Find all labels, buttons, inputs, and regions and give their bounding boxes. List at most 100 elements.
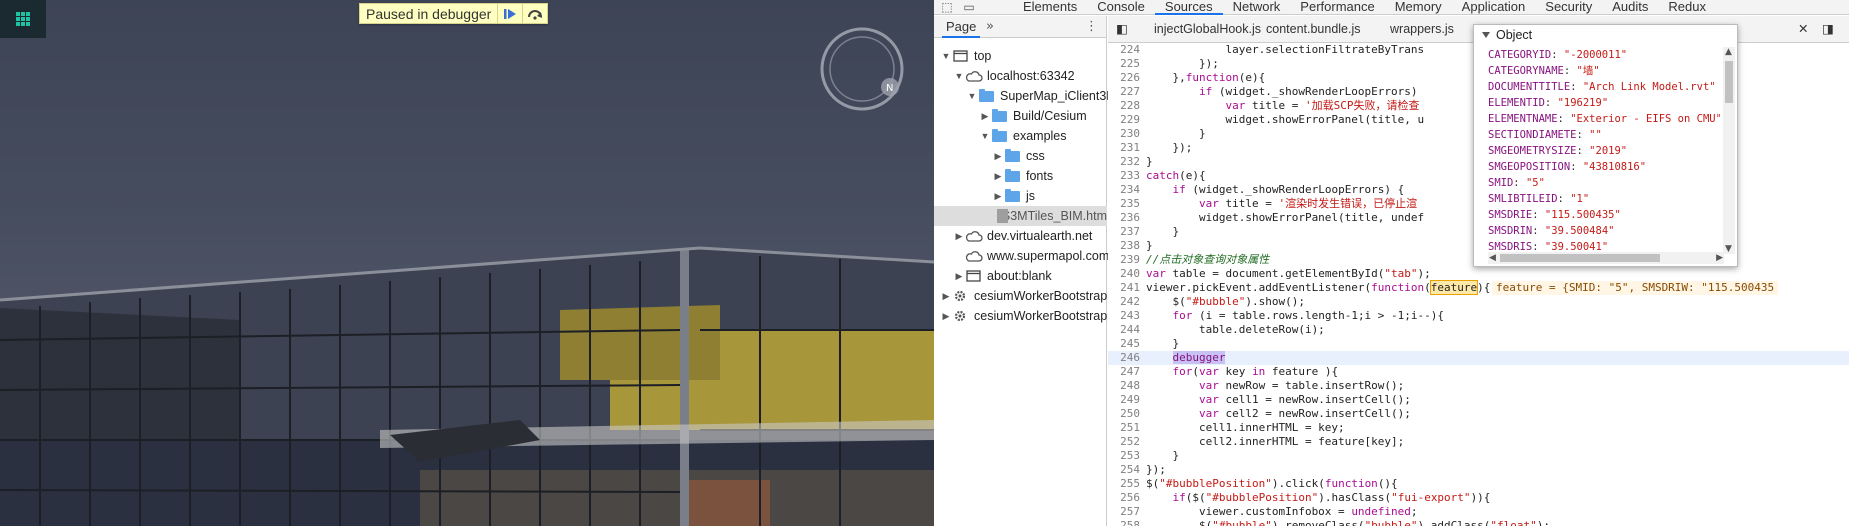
expanded-triangle-icon[interactable]: ▼ (953, 71, 965, 81)
code-line[interactable]: 247 for(var key in feature ){ (1108, 365, 1849, 379)
object-property[interactable]: CATEGORYID: "-2000011" (1488, 47, 1720, 63)
code-line[interactable]: 254}); (1108, 463, 1849, 477)
compass-icon[interactable]: N (818, 25, 906, 113)
line-number[interactable]: 227 (1108, 85, 1140, 99)
code-line[interactable]: 255 $("#bubblePosition").click(function()… (1108, 477, 1849, 491)
code-line[interactable]: 248 var newRow = table.insertRow(); (1108, 379, 1849, 393)
line-number[interactable]: 231 (1108, 141, 1140, 155)
code-line[interactable]: 241 viewer.pickEvent.addEventListener(fun… (1108, 280, 1849, 295)
line-number[interactable]: 236 (1108, 211, 1140, 225)
line-number[interactable]: 241 (1108, 281, 1140, 295)
line-number[interactable]: 225 (1108, 57, 1140, 71)
file-tab[interactable]: content.bundle.js (1258, 16, 1369, 42)
tab-page[interactable]: Page (942, 16, 981, 38)
tab-application[interactable]: Application (1452, 0, 1536, 15)
menu-button[interactable] (0, 0, 46, 38)
line-number[interactable]: 224 (1108, 43, 1140, 57)
expand-triangle-icon[interactable] (1482, 32, 1490, 38)
line-number[interactable]: 251 (1108, 421, 1140, 435)
horizontal-scrollbar[interactable]: ◀ ▶ (1488, 252, 1724, 264)
line-number[interactable]: 257 (1108, 505, 1140, 519)
object-property[interactable]: DOCUMENTTITLE: "Arch Link Model.rvt" (1488, 79, 1720, 95)
object-property[interactable]: SMLIBTILEID: "1" (1488, 191, 1720, 207)
collapsed-triangle-icon[interactable]: ▶ (992, 191, 1004, 202)
scroll-left-icon[interactable]: ◀ (1489, 253, 1496, 263)
collapsed-triangle-icon[interactable]: ▶ (979, 111, 991, 122)
tree-item[interactable]: ▶ Build/Cesium (934, 106, 1087, 126)
tab-console[interactable]: Console (1087, 0, 1155, 15)
line-number[interactable]: 237 (1108, 225, 1140, 239)
device-toolbar-icon[interactable]: ▭ (960, 0, 978, 14)
object-property[interactable]: ELEMENTID: "196219" (1488, 95, 1720, 111)
tree-item[interactable]: ▶ about:blank (934, 266, 1052, 286)
collapsed-triangle-icon[interactable]: ▶ (940, 291, 952, 302)
code-line[interactable]: 249 var cell1 = newRow.insertCell(); (1108, 393, 1849, 407)
tab-security[interactable]: Security (1535, 0, 1602, 15)
more-options-icon[interactable]: ⋮ (1085, 19, 1098, 34)
collapsed-triangle-icon[interactable]: ▶ (953, 231, 965, 242)
line-number[interactable]: 255 (1108, 477, 1140, 491)
line-number[interactable]: 235 (1108, 197, 1140, 211)
toggle-debugger-sidebar-icon[interactable]: ◨ (1814, 16, 1842, 42)
code-line[interactable]: 253 } (1108, 449, 1849, 463)
object-property[interactable]: SMID: "5" (1488, 175, 1720, 191)
code-line[interactable]: 243 for (i = table.rows.length-1;i > -1;… (1108, 309, 1849, 323)
tree-item[interactable]: ▶ css (934, 146, 1045, 166)
code-line[interactable]: 256 if($("#bubblePosition").hasClass("fu… (1108, 491, 1849, 505)
scroll-right-icon[interactable]: ▶ (1716, 253, 1723, 263)
line-number[interactable]: 246 (1108, 351, 1140, 365)
line-number[interactable]: 250 (1108, 407, 1140, 421)
code-line[interactable]: 257 viewer.customInfobox = undefined; (1108, 505, 1849, 519)
collapsed-triangle-icon[interactable]: ▶ (953, 271, 965, 282)
expanded-triangle-icon[interactable]: ▼ (940, 51, 952, 61)
object-property[interactable]: SMSDRIN: "39.500484" (1488, 223, 1720, 239)
line-number[interactable]: 238 (1108, 239, 1140, 253)
current-execution-line[interactable]: 246 debugger (1108, 351, 1849, 365)
line-number[interactable]: 232 (1108, 155, 1140, 169)
code-line[interactable]: 240 var table = document.getElementById("… (1108, 267, 1849, 281)
step-over-button[interactable] (522, 4, 547, 23)
tree-item[interactable]: www.supermapol.com (934, 246, 1109, 266)
file-tab[interactable]: injectGlobalHook.js (1146, 16, 1269, 42)
collapsed-triangle-icon[interactable]: ▶ (940, 311, 952, 322)
tab-performance[interactable]: Performance (1290, 0, 1384, 15)
tree-item[interactable]: ▶ cesiumWorkerBootstrappe (934, 306, 1122, 326)
tree-item[interactable]: ▼ localhost:63342 (934, 66, 1075, 86)
line-number[interactable]: 242 (1108, 295, 1140, 309)
inspect-element-icon[interactable]: ⬚ (938, 0, 956, 14)
resume-button[interactable] (497, 4, 522, 23)
tree-item[interactable]: ▶ dev.virtualearth.net (934, 226, 1093, 246)
tree-item[interactable]: ▶ cesiumWorkerBootstrappe (934, 286, 1122, 306)
line-number[interactable]: 248 (1108, 379, 1140, 393)
vertical-scrollbar[interactable]: ▲ ▼ (1723, 47, 1735, 254)
line-number[interactable]: 258 (1108, 519, 1140, 526)
line-number[interactable]: 228 (1108, 99, 1140, 113)
expanded-triangle-icon[interactable]: ▼ (979, 131, 991, 141)
code-line[interactable]: 250 var cell2 = newRow.insertCell(); (1108, 407, 1849, 421)
tree-item[interactable]: ▶ fonts (934, 166, 1053, 186)
object-property[interactable]: CATEGORYNAME: "墙" (1488, 63, 1720, 79)
tree-item[interactable]: ▼ top (934, 46, 992, 66)
line-number[interactable]: 245 (1108, 337, 1140, 351)
object-property[interactable]: SMSDRIE: "115.500435" (1488, 207, 1720, 223)
code-line[interactable]: 242 $("#bubble").show(); (1108, 295, 1849, 309)
tab-sources[interactable]: Sources (1154, 0, 1223, 15)
line-number[interactable]: 234 (1108, 183, 1140, 197)
code-line[interactable]: 258 $("#bubble").removeClass("bubble").a… (1108, 519, 1849, 526)
file-tab[interactable]: wrappers.js (1382, 16, 1462, 42)
object-property[interactable]: SMGEOMETRYSIZE: "2019" (1488, 143, 1720, 159)
line-number[interactable]: 239 (1108, 253, 1140, 267)
expanded-triangle-icon[interactable]: ▼ (966, 91, 978, 101)
code-line[interactable]: 245 } (1108, 337, 1849, 351)
scroll-down-icon[interactable]: ▼ (1725, 244, 1732, 254)
tab-redux[interactable]: Redux (1658, 0, 1716, 15)
line-number[interactable]: 244 (1108, 323, 1140, 337)
line-number[interactable]: 243 (1108, 309, 1140, 323)
tree-item[interactable]: ▼ SuperMap_iClient3D_ (934, 86, 1122, 106)
object-property[interactable]: ELEMENTNAME: "Exterior - EIFS on CMU" (1488, 111, 1720, 127)
object-property[interactable]: SMGEOPOSITION: "43810816" (1488, 159, 1720, 175)
object-property[interactable]: SECTIONDIAMETE: "" (1488, 127, 1720, 143)
toggle-navigator-icon[interactable]: ◧ (1108, 16, 1132, 42)
collapsed-triangle-icon[interactable]: ▶ (992, 151, 1004, 162)
tab-memory[interactable]: Memory (1385, 0, 1452, 15)
